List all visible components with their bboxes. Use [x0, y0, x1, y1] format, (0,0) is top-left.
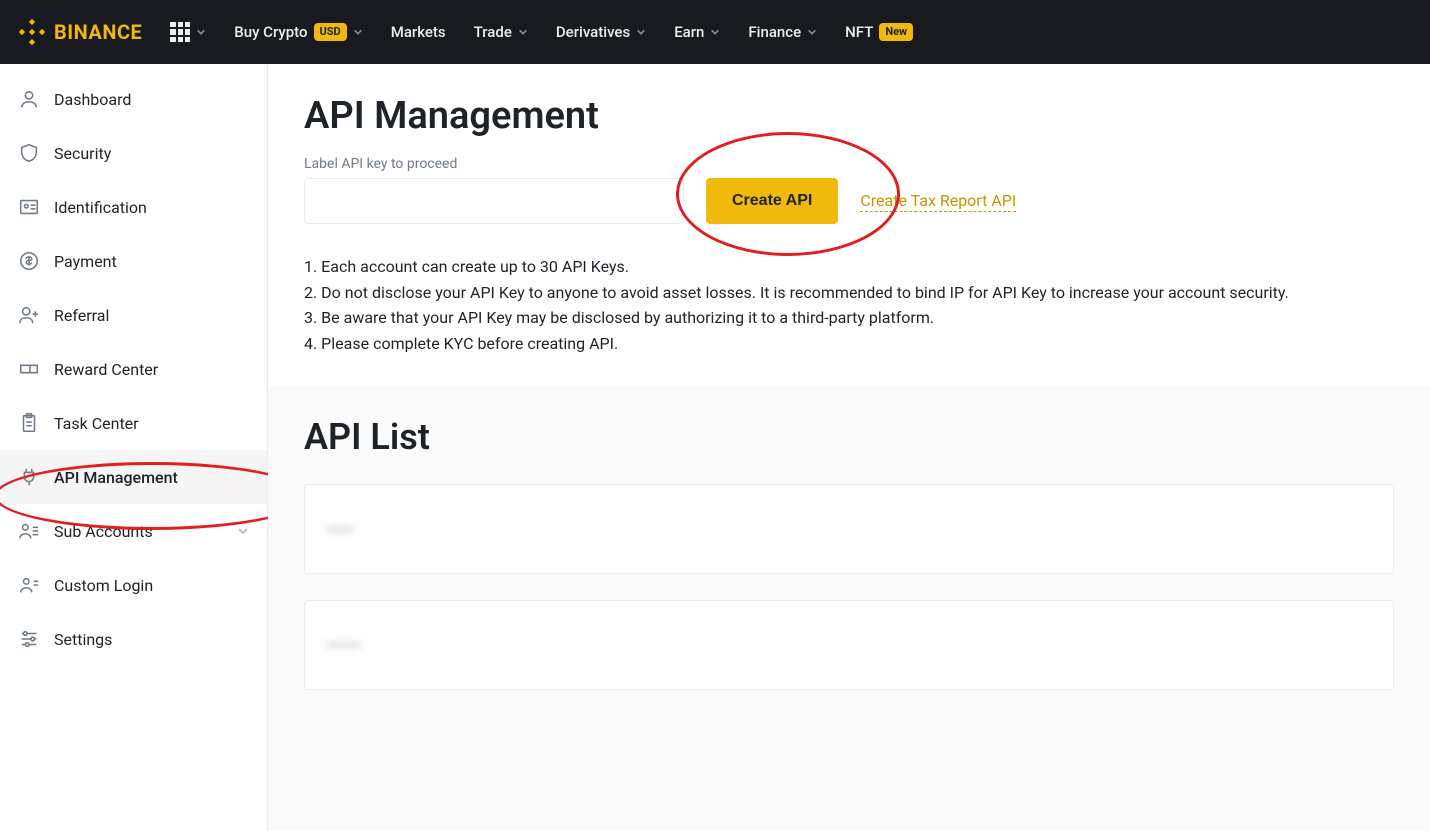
nav-nft-label: NFT [845, 23, 873, 41]
binance-logo-icon [18, 18, 46, 46]
nav-finance[interactable]: Finance [748, 23, 817, 41]
api-notes: 1. Each account can create up to 30 API … [304, 254, 1394, 356]
api-list-item[interactable]: ••••• [304, 600, 1394, 690]
sidebar-item-label: Settings [54, 630, 112, 649]
sidebar-item-label: Referral [54, 306, 109, 325]
plug-icon [18, 466, 40, 488]
nav-markets[interactable]: Markets [391, 23, 446, 41]
nav-markets-label: Markets [391, 23, 446, 41]
api-label-input-label: Label API key to proceed [304, 156, 1394, 172]
brand-logo[interactable]: BINANCE [18, 18, 142, 46]
nav-derivatives[interactable]: Derivatives [556, 23, 646, 41]
page-title: API Management [304, 94, 1394, 138]
clipboard-icon [18, 412, 40, 434]
sidebar-item-label: Task Center [54, 414, 139, 433]
sidebar-item-label: Dashboard [54, 90, 131, 109]
sidebar-item-task-center[interactable]: Task Center [0, 396, 267, 450]
nav-derivatives-label: Derivatives [556, 23, 630, 41]
login-icon [18, 574, 40, 596]
sidebar-item-payment[interactable]: Payment [0, 234, 267, 288]
sidebar-item-reward-center[interactable]: Reward Center [0, 342, 267, 396]
new-badge: New [879, 23, 913, 40]
sidebar-item-referral[interactable]: Referral [0, 288, 267, 342]
chevron-down-icon [710, 27, 720, 37]
sliders-icon [18, 628, 40, 650]
api-label-input[interactable] [304, 178, 684, 224]
sidebar-item-dashboard[interactable]: Dashboard [0, 72, 267, 126]
sidebar-item-label: API Management [54, 468, 178, 487]
api-note-1: 1. Each account can create up to 30 API … [304, 254, 1394, 280]
brand-name: BINANCE [54, 20, 142, 44]
id-card-icon [18, 196, 40, 218]
user-plus-icon [18, 304, 40, 326]
chevron-down-icon [807, 27, 817, 37]
shield-icon [18, 142, 40, 164]
nav-nft[interactable]: NFT New [845, 23, 913, 41]
sidebar-item-settings[interactable]: Settings [0, 612, 267, 666]
api-note-4: 4. Please complete KYC before creating A… [304, 331, 1394, 357]
sidebar-item-label: Security [54, 144, 111, 163]
create-tax-report-api-link[interactable]: Create Tax Report API [860, 191, 1016, 212]
apps-menu[interactable] [170, 22, 206, 42]
chevron-down-icon [518, 27, 528, 37]
sidebar-item-label: Payment [54, 252, 117, 271]
nav-earn[interactable]: Earn [674, 23, 720, 41]
sidebar: Dashboard Security Identification Paymen… [0, 64, 268, 831]
api-key-masked: ••••• [327, 636, 361, 655]
nav-trade[interactable]: Trade [474, 23, 528, 41]
sidebar-item-identification[interactable]: Identification [0, 180, 267, 234]
main-content: API Management Label API key to proceed … [268, 64, 1430, 831]
sidebar-item-security[interactable]: Security [0, 126, 267, 180]
ticket-icon [18, 358, 40, 380]
api-list-item[interactable]: •••• [304, 484, 1394, 574]
sidebar-item-api-management[interactable]: API Management [0, 450, 267, 504]
sidebar-item-sub-accounts[interactable]: Sub Accounts [0, 504, 267, 558]
sidebar-item-custom-login[interactable]: Custom Login [0, 558, 267, 612]
nav-finance-label: Finance [748, 23, 801, 41]
api-note-2: 2. Do not disclose your API Key to anyon… [304, 280, 1394, 306]
chevron-down-icon [196, 27, 206, 37]
usd-badge: USD [314, 23, 347, 40]
users-list-icon [18, 520, 40, 542]
create-api-button[interactable]: Create API [706, 178, 838, 224]
chevron-down-icon [237, 525, 249, 537]
api-key-masked: •••• [327, 520, 354, 539]
api-note-3: 3. Be aware that your API Key may be dis… [304, 305, 1394, 331]
apps-grid-icon [170, 22, 190, 42]
dollar-icon [18, 250, 40, 272]
user-icon [18, 88, 40, 110]
nav-earn-label: Earn [674, 23, 704, 41]
chevron-down-icon [636, 27, 646, 37]
sidebar-item-label: Identification [54, 198, 147, 217]
sidebar-item-label: Reward Center [54, 360, 158, 379]
api-list-title: API List [304, 416, 1394, 458]
top-nav: BINANCE Buy Crypto USD Markets Trade Der… [0, 0, 1430, 64]
chevron-down-icon [353, 27, 363, 37]
sidebar-item-label: Custom Login [54, 576, 153, 595]
nav-buy-crypto-label: Buy Crypto [234, 23, 307, 41]
nav-buy-crypto[interactable]: Buy Crypto USD [234, 23, 362, 41]
nav-trade-label: Trade [474, 23, 512, 41]
sidebar-item-label: Sub Accounts [54, 522, 153, 541]
